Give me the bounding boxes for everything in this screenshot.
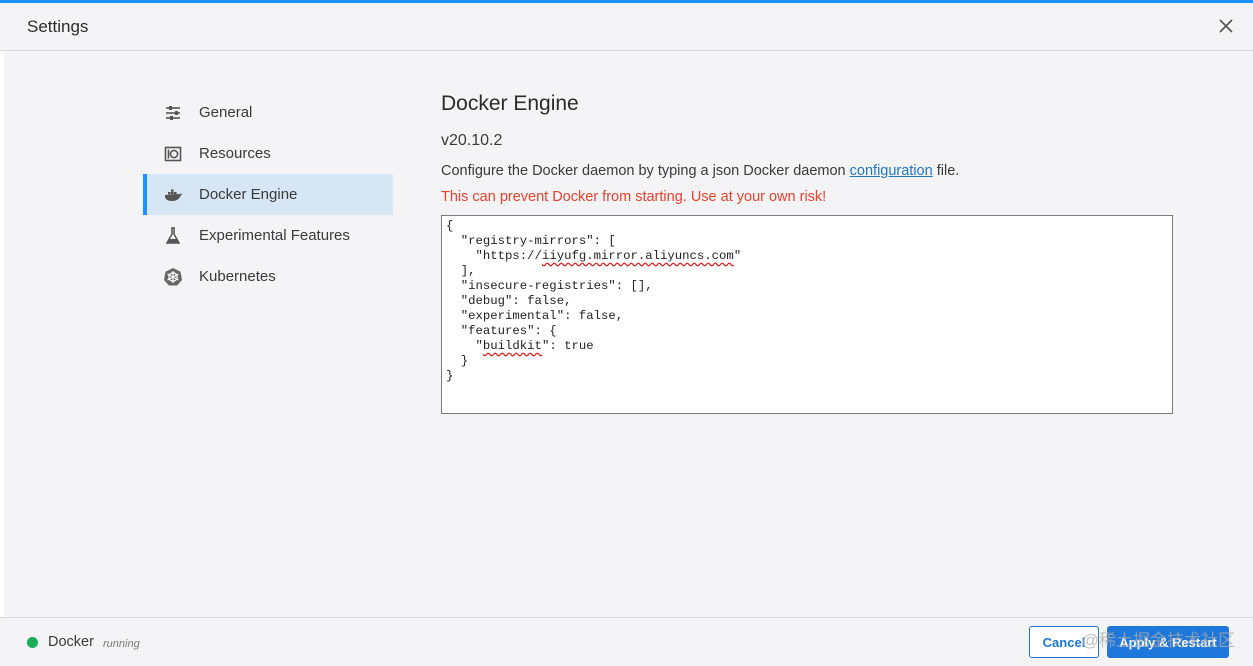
engine-description: Configure the Docker daemon by typing a …	[441, 163, 959, 179]
engine-version: v20.10.2	[441, 132, 503, 149]
description-text: Configure the Docker daemon by typing a …	[441, 163, 850, 179]
sidebar-item-resources[interactable]: Resources	[143, 133, 393, 174]
status-name: Docker	[48, 634, 94, 650]
sidebar-item-label: Experimental Features	[199, 227, 350, 244]
sidebar-item-docker-engine[interactable]: Docker Engine	[143, 174, 393, 215]
config-line: ],	[446, 264, 476, 278]
docker-engine-panel: Docker Engine v20.10.2 Configure the Doc…	[441, 92, 1173, 414]
flask-icon	[163, 226, 183, 246]
sidebar-item-general[interactable]: General	[143, 92, 393, 133]
close-icon[interactable]	[1215, 15, 1237, 37]
config-line: "buildkit": true	[446, 339, 594, 353]
status-indicator	[27, 637, 38, 648]
config-line: "https://iiyufg.mirror.aliyuncs.com"	[446, 249, 742, 263]
whale-icon	[163, 185, 183, 205]
window-title: Settings	[27, 17, 89, 36]
description-suffix: file.	[932, 163, 960, 179]
sidebar-item-label: Kubernetes	[199, 268, 276, 285]
spellcheck-word: iiyufg.mirror.aliyuncs.com	[541, 249, 734, 263]
sidebar-item-kubernetes[interactable]: Kubernetes	[143, 256, 393, 297]
configuration-link[interactable]: configuration	[850, 163, 933, 179]
sidebar-item-label: Docker Engine	[199, 186, 298, 203]
settings-sidebar: General Resources Docker Engine Experime…	[143, 92, 393, 297]
sidebar-item-label: Resources	[199, 145, 271, 162]
config-line: {	[446, 219, 454, 233]
risk-warning: This can prevent Docker from starting. U…	[441, 189, 827, 205]
title-bar: Settings	[0, 3, 1253, 51]
daemon-json-editor[interactable]: { "registry-mirrors": [ "https://iiyufg.…	[441, 215, 1173, 414]
status-state: running	[103, 638, 140, 650]
sidebar-item-label: General	[199, 104, 253, 121]
status-footer: Docker running Cancel Apply & Restart @稀…	[0, 617, 1253, 666]
config-line: "registry-mirrors": [	[446, 234, 616, 248]
resources-icon	[163, 144, 183, 164]
config-line: "experimental": false,	[446, 309, 624, 323]
config-line: "features": {	[446, 324, 557, 338]
page-title: Docker Engine	[441, 92, 579, 115]
config-line: }	[446, 354, 469, 368]
helm-icon	[163, 267, 183, 287]
config-line: }	[446, 369, 454, 383]
sidebar-item-experimental-features[interactable]: Experimental Features	[143, 215, 393, 256]
watermark: @稀土掘金技术社区	[1081, 631, 1235, 650]
left-edge	[0, 52, 4, 618]
config-line: "insecure-registries": [],	[446, 279, 653, 293]
settings-window: Settings General Resources Docker Engine…	[0, 0, 1253, 666]
config-line: "debug": false,	[446, 294, 572, 308]
sliders-icon	[163, 103, 183, 123]
spellcheck-word: buildkit	[482, 339, 542, 353]
